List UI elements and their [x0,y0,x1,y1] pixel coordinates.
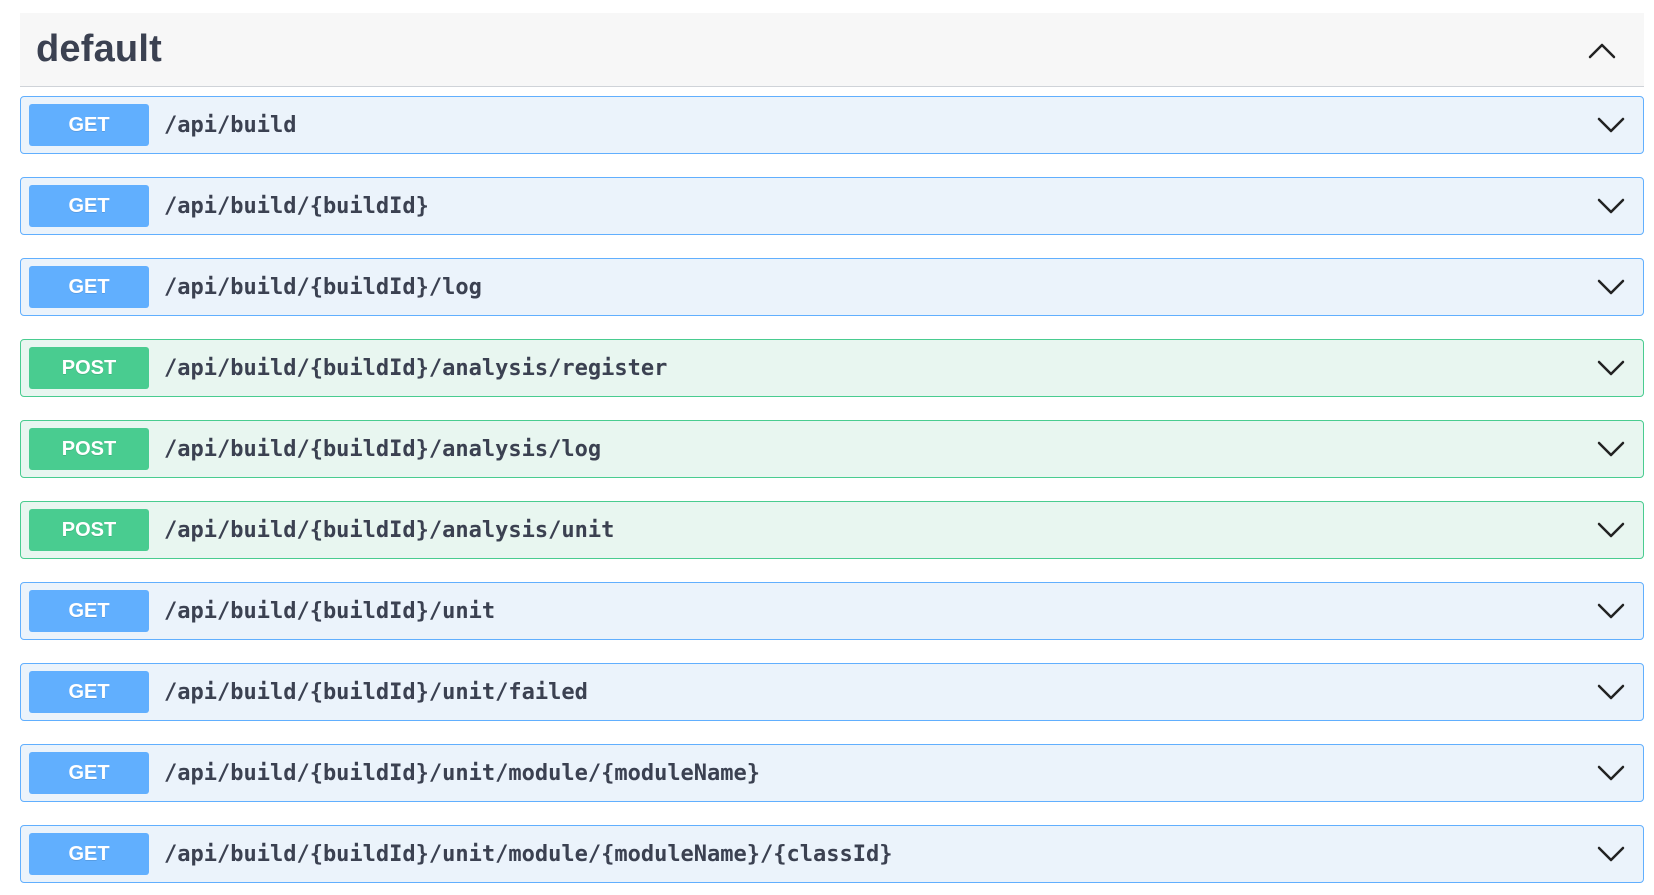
method-badge: GET [29,104,149,146]
method-badge: GET [29,833,149,875]
operation-row[interactable]: GET /api/build/{buildId}/unit/module/{mo… [20,825,1644,883]
method-badge: GET [29,185,149,227]
operation-path: /api/build/{buildId} [164,193,429,219]
operations-list: GET /api/build GET /api/build/{buildId} … [20,87,1644,883]
operation-row[interactable]: GET /api/build/{buildId}/unit/module/{mo… [20,744,1644,802]
chevron-down-icon[interactable] [1593,755,1629,791]
method-badge: POST [29,509,149,551]
operation-row[interactable]: GET /api/build/{buildId} [20,177,1644,235]
method-badge: POST [29,428,149,470]
operation-path: /api/build/{buildId}/unit/module/{module… [164,760,761,786]
operation-row[interactable]: GET /api/build/{buildId}/log [20,258,1644,316]
chevron-down-icon[interactable] [1593,350,1629,386]
chevron-down-icon[interactable] [1593,593,1629,629]
operation-path: /api/build/{buildId}/unit [164,598,496,624]
operation-path: /api/build [164,112,297,138]
operation-row[interactable]: POST /api/build/{buildId}/analysis/log [20,420,1644,478]
method-badge: GET [29,266,149,308]
chevron-down-icon[interactable] [1593,107,1629,143]
operation-row[interactable]: POST /api/build/{buildId}/analysis/unit [20,501,1644,559]
chevron-up-icon[interactable] [1584,32,1620,68]
chevron-down-icon[interactable] [1593,431,1629,467]
operation-row[interactable]: GET /api/build/{buildId}/unit [20,582,1644,640]
operation-path: /api/build/{buildId}/unit/module/{module… [164,841,893,867]
operation-path: /api/build/{buildId}/analysis/unit [164,517,615,543]
chevron-down-icon[interactable] [1593,269,1629,305]
chevron-down-icon[interactable] [1593,188,1629,224]
operation-row[interactable]: GET /api/build [20,96,1644,154]
operation-path: /api/build/{buildId}/analysis/log [164,436,602,462]
tag-section-default: default GET /api/build GET /api/build/{b… [20,13,1644,895]
chevron-down-icon[interactable] [1593,836,1629,872]
operation-path: /api/build/{buildId}/log [164,274,482,300]
method-badge: GET [29,590,149,632]
method-badge: POST [29,347,149,389]
operation-path: /api/build/{buildId}/unit/failed [164,679,588,705]
chevron-down-icon[interactable] [1593,512,1629,548]
swagger-page: default GET /api/build GET /api/build/{b… [0,0,1654,895]
method-badge: GET [29,752,149,794]
method-badge: GET [29,671,149,713]
operation-row[interactable]: POST /api/build/{buildId}/analysis/regis… [20,339,1644,397]
tag-header[interactable]: default [20,13,1644,87]
operation-row[interactable]: GET /api/build/{buildId}/unit/failed [20,663,1644,721]
chevron-down-icon[interactable] [1593,674,1629,710]
tag-title: default [36,28,162,70]
operation-path: /api/build/{buildId}/analysis/register [164,355,668,381]
